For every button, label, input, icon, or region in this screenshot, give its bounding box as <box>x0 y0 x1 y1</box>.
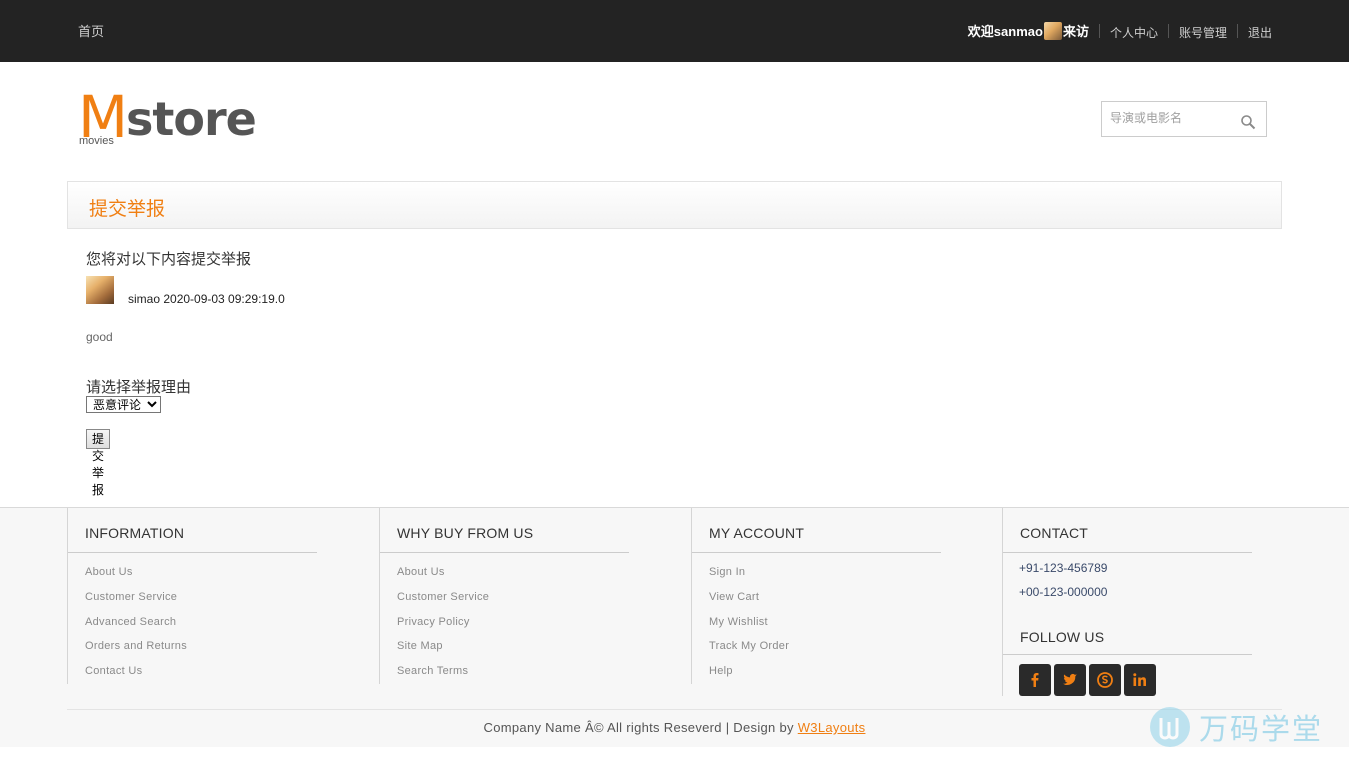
footer-link[interactable]: Site Map <box>397 639 489 664</box>
welcome-text: 欢迎sanmao 来访 <box>968 21 1089 40</box>
logout-link[interactable]: 退出 <box>1248 24 1272 41</box>
footer-link[interactable]: Customer Service <box>397 590 489 615</box>
footer-link[interactable]: View Cart <box>709 590 789 615</box>
footer-link[interactable]: Sign In <box>709 565 789 590</box>
divider <box>1003 552 1252 553</box>
footer: INFORMATION About Us Customer Service Ad… <box>0 507 1349 747</box>
copyright: Company Name Â© All rights Reseverd | De… <box>0 720 1349 735</box>
footer-col-title: CONTACT <box>1020 525 1089 541</box>
social-links <box>1019 664 1156 696</box>
skype-icon[interactable] <box>1089 664 1121 696</box>
nav-home-link[interactable]: 首页 <box>78 21 104 40</box>
phone-number: +91-123-456789 <box>1019 561 1108 575</box>
footer-col-why-buy: WHY BUY FROM US About Us Customer Servic… <box>379 508 691 684</box>
divider <box>380 552 629 553</box>
footer-col-my-account: MY ACCOUNT Sign In View Cart My Wishlist… <box>691 508 1002 684</box>
panel-header: 提交举报 <box>67 181 1282 229</box>
footer-col-information: INFORMATION About Us Customer Service Ad… <box>67 508 380 684</box>
footer-link[interactable]: Privacy Policy <box>397 615 489 640</box>
footer-link[interactable]: Track My Order <box>709 639 789 664</box>
footer-col-title: INFORMATION <box>85 525 185 541</box>
logo-subtitle: movies <box>79 135 114 147</box>
follow-us-title: FOLLOW US <box>1020 629 1105 645</box>
reason-label: 请选择举报理由 <box>86 379 192 396</box>
divider <box>1236 23 1238 38</box>
footer-link[interactable]: Search Terms <box>397 664 489 689</box>
welcome-suffix: 来访 <box>1062 24 1089 39</box>
report-intro: 您将对以下内容提交举报 <box>86 251 252 268</box>
search-input[interactable] <box>1110 111 1230 125</box>
copyright-text: Company Name Â© All rights Reseverd | De… <box>483 720 798 735</box>
watermark-logo-icon <box>1150 707 1190 747</box>
watermark-text: 万码学堂 <box>1199 714 1324 746</box>
logo-word: store <box>126 92 257 146</box>
site-logo[interactable]: M store movies <box>78 88 258 150</box>
divider <box>1167 23 1169 38</box>
designer-link[interactable]: W3Layouts <box>798 720 866 735</box>
footer-link[interactable]: Advanced Search <box>85 615 187 640</box>
user-avatar-small <box>1043 21 1062 40</box>
divider <box>692 552 941 553</box>
footer-link[interactable]: Help <box>709 664 789 689</box>
page-title: 提交举报 <box>89 199 166 220</box>
divider <box>67 709 1282 710</box>
footer-link[interactable]: Contact Us <box>85 664 187 689</box>
top-bar: 首页 欢迎sanmao 来访 个人中心 账号管理 退出 <box>0 0 1349 62</box>
search-icon[interactable] <box>1240 114 1256 130</box>
submit-report-button[interactable]: 提交举报 <box>86 429 111 497</box>
footer-link[interactable]: Customer Service <box>85 590 187 615</box>
search-box <box>1101 101 1267 137</box>
watermark: 万码学堂 <box>1149 706 1323 748</box>
twitter-icon[interactable] <box>1054 664 1086 696</box>
footer-link[interactable]: Orders and Returns <box>85 639 187 664</box>
footer-link[interactable]: My Wishlist <box>709 615 789 640</box>
reason-select[interactable]: 恶意评论 <box>86 396 161 413</box>
comment-author-meta: simao 2020-09-03 09:29:19.0 <box>128 292 285 306</box>
facebook-icon[interactable] <box>1019 664 1051 696</box>
divider <box>68 552 317 553</box>
account-management-link[interactable]: 账号管理 <box>1179 24 1227 41</box>
footer-link[interactable]: About Us <box>397 565 489 590</box>
user-menu: 欢迎sanmao 来访 个人中心 账号管理 退出 <box>968 20 1272 41</box>
phone-number: +00-123-000000 <box>1019 585 1108 599</box>
footer-col-title: MY ACCOUNT <box>709 525 805 541</box>
footer-link[interactable]: About Us <box>85 565 187 590</box>
comment-content: good <box>86 330 113 344</box>
footer-col-contact: CONTACT +91-123-456789 +00-123-000000 FO… <box>1002 508 1282 696</box>
divider <box>1003 654 1252 655</box>
profile-link[interactable]: 个人中心 <box>1110 24 1158 41</box>
linkedin-icon[interactable] <box>1124 664 1156 696</box>
welcome-prefix: 欢迎sanmao <box>967 24 1043 39</box>
divider <box>1098 23 1100 38</box>
footer-col-title: WHY BUY FROM US <box>397 525 534 541</box>
comment-author-avatar <box>86 276 114 304</box>
